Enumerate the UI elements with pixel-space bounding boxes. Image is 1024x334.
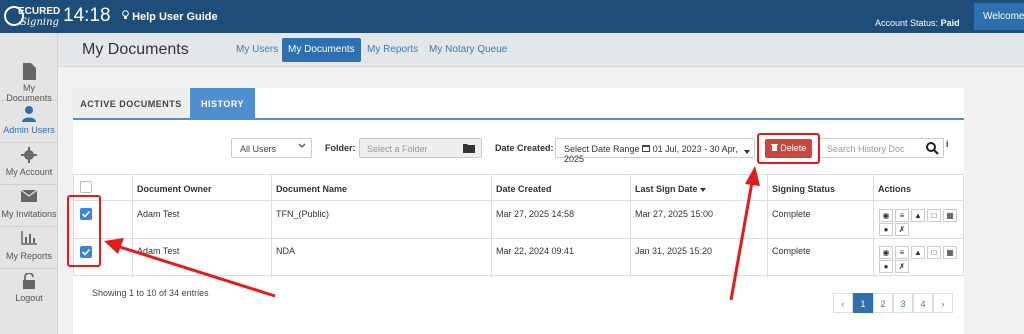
arrow-to-checkboxes	[104, 238, 276, 298]
annotation-arrows	[104, 166, 760, 301]
arrow-to-delete	[729, 166, 760, 301]
